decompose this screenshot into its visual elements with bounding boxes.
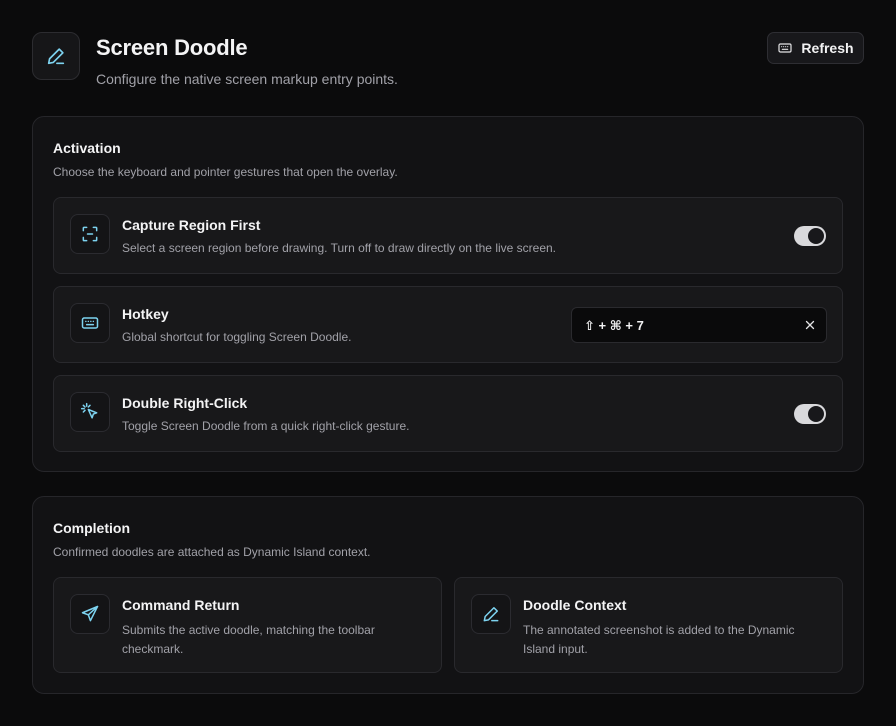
hotkey-row: Hotkey Global shortcut for toggling Scre…	[53, 286, 843, 363]
close-icon	[805, 320, 815, 330]
double-right-click-title: Double Right-Click	[122, 395, 248, 411]
keyboard-icon	[778, 43, 793, 53]
screen-doodle-settings: Screen Doodle Configure the native scree…	[0, 0, 896, 726]
command-return-tile: Command Return Submits the active doodle…	[53, 577, 442, 673]
pencil-icon	[47, 48, 65, 65]
clear-hotkey-button[interactable]	[802, 317, 818, 333]
hotkey-description: Global shortcut for toggling Screen Dood…	[122, 330, 352, 344]
app-icon	[32, 32, 80, 80]
refresh-button[interactable]: Refresh	[767, 32, 864, 64]
page-title: Screen Doodle	[96, 35, 248, 60]
capture-region-description: Select a screen region before drawing. T…	[122, 241, 557, 255]
hotkey-input[interactable]: ⇧ + ⌘ + 7	[571, 307, 827, 343]
hotkey-value: ⇧ + ⌘ + 7	[584, 318, 644, 333]
activation-description: Choose the keyboard and pointer gestures…	[53, 165, 398, 179]
capture-region-icon-box	[70, 214, 110, 254]
completion-card: Completion Confirmed doodles are attache…	[32, 496, 864, 694]
double-right-click-toggle[interactable]	[794, 404, 826, 424]
pencil-icon	[483, 607, 499, 622]
double-right-click-row: Double Right-Click Toggle Screen Doodle …	[53, 375, 843, 452]
hotkey-title: Hotkey	[122, 306, 169, 322]
activation-card: Activation Choose the keyboard and point…	[32, 116, 864, 472]
capture-region-title: Capture Region First	[122, 217, 261, 233]
double-right-click-description: Toggle Screen Doodle from a quick right-…	[122, 419, 410, 433]
toggle-knob	[808, 406, 824, 422]
completion-description: Confirmed doodles are attached as Dynami…	[53, 545, 371, 559]
hotkey-icon-box	[70, 303, 110, 343]
pointer-click-icon	[80, 402, 98, 419]
doodle-context-tile: Doodle Context The annotated screenshot …	[454, 577, 843, 673]
capture-region-toggle[interactable]	[794, 226, 826, 246]
refresh-label: Refresh	[801, 40, 854, 56]
command-return-description: Submits the active doodle, matching the …	[122, 623, 375, 656]
capture-region-row: Capture Region First Select a screen reg…	[53, 197, 843, 274]
doodle-context-title: Doodle Context	[523, 597, 627, 613]
command-return-title: Command Return	[122, 597, 240, 613]
activation-title: Activation	[53, 140, 121, 156]
send-icon	[81, 605, 99, 622]
page-subtitle: Configure the native screen markup entry…	[96, 71, 398, 87]
toggle-knob	[808, 228, 824, 244]
completion-title: Completion	[53, 520, 130, 536]
region-capture-icon	[82, 226, 98, 242]
command-return-icon-box	[70, 594, 110, 634]
doodle-context-icon-box	[471, 594, 511, 634]
doodle-context-description: The annotated screenshot is added to the…	[523, 623, 795, 656]
keyboard-icon	[81, 317, 99, 329]
double-right-click-icon-box	[70, 392, 110, 432]
